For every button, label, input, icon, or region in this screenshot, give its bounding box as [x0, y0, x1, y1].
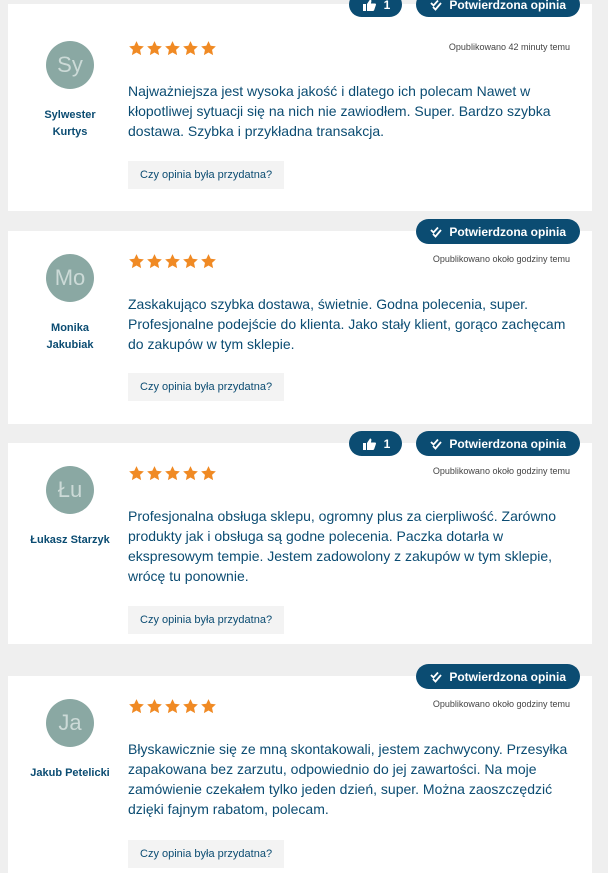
- star-icon: [182, 465, 199, 482]
- verified-label: Potwierdzona opinia: [449, 436, 566, 451]
- star-icon: [146, 40, 163, 57]
- verified-check-icon: [430, 226, 443, 238]
- review-card: Potwierdzona opinia Mo Monika Jakubiak O…: [8, 219, 592, 424]
- verified-badge: Potwierdzona opinia: [416, 664, 580, 689]
- star-icon: [200, 465, 217, 482]
- star-rating: [128, 40, 217, 57]
- verified-badge: Potwierdzona opinia: [416, 219, 580, 244]
- star-icon: [200, 698, 217, 715]
- star-rating: [128, 253, 217, 270]
- author-name: Sylwester Kurtys: [44, 109, 96, 138]
- review-text: Profesjonalna obsługa sklepu, ogromny pl…: [128, 508, 556, 584]
- review-text: Najważniejsza jest wysoka jakość i dlate…: [128, 83, 551, 139]
- star-icon: [146, 465, 163, 482]
- star-icon: [128, 465, 145, 482]
- review-badges: Potwierdzona opinia: [416, 219, 580, 244]
- star-icon: [146, 698, 163, 715]
- review-badges: Potwierdzona opinia: [416, 664, 580, 689]
- verified-badge: Potwierdzona opinia: [416, 0, 580, 17]
- thumbs-up-icon: [362, 438, 376, 450]
- verified-label: Potwierdzona opinia: [449, 224, 566, 239]
- review-badges: 1 Potwierdzona opinia: [348, 0, 580, 17]
- author-name: Łukasz Starzyk: [30, 534, 110, 546]
- helpful-button[interactable]: Czy opinia była przydatna?: [128, 161, 285, 189]
- review-card: Potwierdzona opinia Ja Jakub Petelicki O…: [8, 664, 592, 873]
- star-rating: [128, 698, 217, 715]
- star-icon: [164, 253, 181, 270]
- star-icon: [128, 698, 145, 715]
- review-text: Zaskakująco szybka dostawa, świetnie. Go…: [128, 296, 566, 352]
- verified-check-icon: [430, 671, 443, 683]
- review-card: 1 Potwierdzona opinia Sy Sylwester Kurty…: [8, 0, 592, 211]
- verified-check-icon: [430, 0, 443, 11]
- published-date: Opublikowano około godziny temu: [432, 699, 570, 709]
- helpful-button[interactable]: Czy opinia była przydatna?: [128, 606, 285, 634]
- like-button[interactable]: 1: [348, 431, 403, 456]
- verified-label: Potwierdzona opinia: [449, 0, 566, 12]
- like-count: 1: [383, 436, 391, 451]
- review-text: Błyskawicznie się ze mną skontakowali, j…: [128, 741, 568, 817]
- helpful-button[interactable]: Czy opinia była przydatna?: [128, 840, 285, 868]
- avatar: Łu: [46, 466, 94, 514]
- author-name: Monika Jakubiak: [46, 322, 94, 351]
- verified-label: Potwierdzona opinia: [449, 669, 566, 684]
- star-icon: [128, 253, 145, 270]
- like-count: 1: [383, 0, 391, 12]
- avatar: Ja: [46, 699, 94, 747]
- star-icon: [164, 40, 181, 57]
- published-date: Opublikowano 42 minuty temu: [448, 42, 570, 52]
- avatar: Mo: [46, 254, 94, 302]
- published-date: Opublikowano około godziny temu: [432, 254, 570, 264]
- star-icon: [182, 253, 199, 270]
- published-date: Opublikowano około godziny temu: [432, 466, 570, 476]
- star-icon: [182, 40, 199, 57]
- star-icon: [200, 40, 217, 57]
- like-button[interactable]: 1: [348, 0, 403, 17]
- author-name: Jakub Petelicki: [30, 767, 110, 779]
- star-icon: [146, 253, 163, 270]
- thumbs-up-icon: [362, 0, 376, 11]
- star-icon: [128, 40, 145, 57]
- star-icon: [182, 698, 199, 715]
- verified-badge: Potwierdzona opinia: [416, 431, 580, 456]
- avatar: Sy: [46, 41, 94, 89]
- review-card: 1 Potwierdzona opinia Łu Łukasz Starzyk …: [8, 431, 592, 644]
- verified-check-icon: [430, 438, 443, 450]
- star-icon: [200, 253, 217, 270]
- star-icon: [164, 465, 181, 482]
- star-icon: [164, 698, 181, 715]
- helpful-button[interactable]: Czy opinia była przydatna?: [128, 373, 285, 401]
- review-badges: 1 Potwierdzona opinia: [348, 431, 580, 456]
- star-rating: [128, 465, 217, 482]
